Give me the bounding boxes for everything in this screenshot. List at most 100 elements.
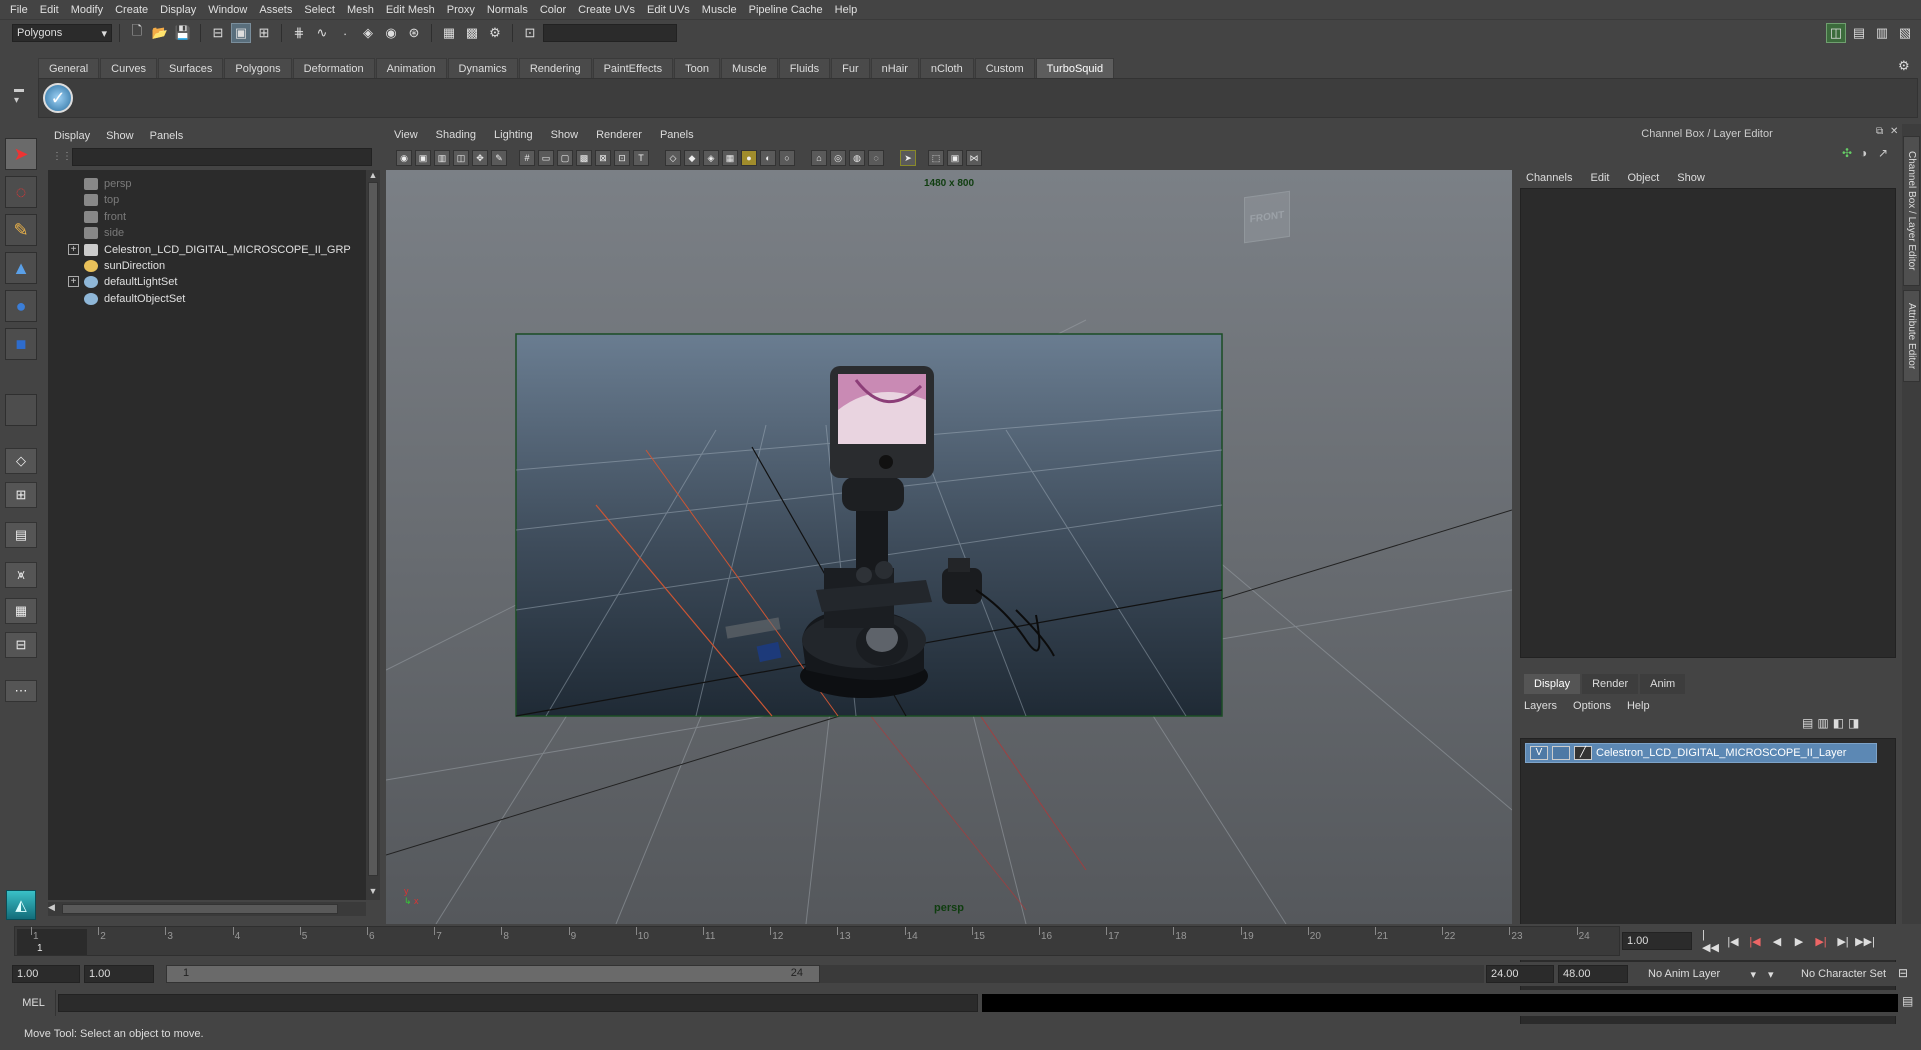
outliner-hscroll-thumb[interactable] [62,904,338,914]
film-gate-icon[interactable]: ▭ [538,150,554,166]
four-pane-layout-icon[interactable]: ⊞ [5,482,37,508]
viewport-menu-view[interactable]: View [394,129,418,141]
more-layouts-icon[interactable]: ⋯ [5,680,37,702]
outliner-scroll-thumb[interactable] [368,182,378,876]
shelf-tab-muscle[interactable]: Muscle [720,58,778,78]
menu-help[interactable]: Help [829,0,864,20]
hyper-icon[interactable]: ↗ [1878,146,1888,160]
menu-create[interactable]: Create [109,0,154,20]
step-forward-frame-icon[interactable]: ▶| [1812,932,1830,950]
play-forwards-icon[interactable]: ▶ [1790,932,1808,950]
graph-layout-icon[interactable]: ⩙ [5,562,37,588]
script-language-toggle[interactable]: MEL [12,990,56,1016]
close-panel-icon[interactable]: ✕ [1890,126,1898,137]
new-layer-icon[interactable]: ◧ [1833,716,1844,730]
lasso-tool-icon[interactable]: ◌ [5,176,37,208]
menu-set-selector[interactable]: Polygons ▾ [12,24,112,42]
move-tool-icon[interactable]: ▲ [5,252,37,284]
shelf-tab-painteffects[interactable]: PaintEffects [592,58,674,78]
layer-tab-render[interactable]: Render [1582,674,1639,694]
select-hierarchy-icon[interactable]: ⊟ [208,23,228,43]
step-back-key-icon[interactable]: |◀ [1724,932,1742,950]
layer-menu-help[interactable]: Help [1627,700,1650,712]
ipr-render-icon[interactable]: ▩ [462,23,482,43]
shelf-tab-turbosquid[interactable]: TurboSquid [1035,58,1115,78]
scroll-up-icon[interactable]: ▲ [366,170,380,182]
shelf-tab-fluids[interactable]: Fluids [778,58,831,78]
channel-box-toggle-icon[interactable]: ▧ [1895,23,1915,43]
bookmarks-icon[interactable]: ▥ [434,150,450,166]
menu-normals[interactable]: Normals [481,0,534,20]
speed-icon[interactable]: ◑ [1860,146,1867,160]
play-backwards-icon[interactable]: ◀ [1768,932,1786,950]
range-track[interactable] [820,965,1484,983]
viewport-menu-panels[interactable]: Panels [660,129,694,141]
shelf-tab-nhair[interactable]: nHair [870,58,919,78]
render-settings-icon[interactable]: ⚙ [485,23,505,43]
menu-assets[interactable]: Assets [253,0,298,20]
view-cube[interactable]: FRONT [1244,190,1290,244]
menu-color[interactable]: Color [534,0,572,20]
outliner-persp-layout-icon[interactable]: ▤ [5,522,37,548]
select-tool-icon[interactable]: ➤ [5,138,37,170]
turbosquid-check-icon[interactable]: ✓ [43,83,73,113]
share-icon[interactable]: ⋈ [966,150,982,166]
shelf-tab-dynamics[interactable]: Dynamics [447,58,518,78]
smooth-shade-icon[interactable]: ◆ [684,150,700,166]
select-object-icon[interactable]: ▣ [231,23,251,43]
move-layer-down-icon[interactable]: ▥ [1817,716,1828,730]
command-input[interactable] [58,994,978,1012]
xray-joints-icon[interactable]: ◍ [849,150,865,166]
menu-edit-uvs[interactable]: Edit UVs [641,0,696,20]
shelf-options-icon[interactable]: ▬ ▾ [14,84,32,118]
layer-type-toggle[interactable] [1552,746,1570,760]
channel-menu-channels[interactable]: Channels [1526,172,1572,184]
viewport-menu-lighting[interactable]: Lighting [494,129,533,141]
viewport-menu-shading[interactable]: Shading [436,129,476,141]
manipulator-icon[interactable]: ✣ [1842,146,1852,160]
quick-field-input[interactable] [543,24,677,42]
safe-title-icon[interactable]: T [633,150,649,166]
menu-pipeline-cache[interactable]: Pipeline Cache [743,0,829,20]
render-layout-icon[interactable]: ⊟ [5,632,37,658]
shelf-tab-custom[interactable]: Custom [974,58,1035,78]
menu-muscle[interactable]: Muscle [696,0,743,20]
input-field-icon[interactable]: ⊡ [520,23,540,43]
two-d-pan-icon[interactable]: ✥ [472,150,488,166]
float-panel-icon[interactable]: ⧉ [1876,126,1883,137]
shelf-tab-curves[interactable]: Curves [100,58,157,78]
menu-select[interactable]: Select [298,0,341,20]
scale-tool-icon[interactable]: ■ [5,328,37,360]
animation-start-field[interactable]: 1.00 [12,965,80,983]
tool-settings-icon[interactable]: ▥ [1872,23,1892,43]
shadows-icon[interactable]: ◐ [760,150,776,166]
highlight-select-icon[interactable]: ➤ [900,150,916,166]
viewport-menu-show[interactable]: Show [551,129,579,141]
viewport-menu-renderer[interactable]: Renderer [596,129,642,141]
viewport-canvas[interactable]: 1480 x 800 FRONT y ↳ x persp [386,170,1512,924]
shelf-tab-general[interactable]: General [38,58,100,78]
select-camera-icon[interactable]: ◉ [396,150,412,166]
camera-attributes-icon[interactable]: ▣ [415,150,431,166]
go-to-end-icon[interactable]: ▶▶| [1855,932,1875,950]
time-slider[interactable]: 1 1 2 3 4 5 6 7 8 9 10 11 12 13 14 15 16 17 18 19 20 21 22 23 2… [0,924,1921,960]
time-slider-bar[interactable]: 1 1 2 3 4 5 6 7 8 9 10 11 12 13 14 15 16 17 18 19 20 21 22 23 2… [14,926,1620,956]
animation-end-field[interactable]: 48.00 [1558,965,1628,983]
wireframe-icon[interactable]: ◇ [665,150,681,166]
grease-pencil-icon[interactable]: ✎ [491,150,507,166]
new-scene-icon[interactable]: 🗋 [127,23,147,43]
script-editor-icon[interactable]: ▤ [1902,994,1913,1008]
shelf-tab-rendering[interactable]: Rendering [518,58,592,78]
playback-end-field[interactable]: 24.00 [1486,965,1554,983]
textured-icon[interactable]: ▦ [722,150,738,166]
menu-proxy[interactable]: Proxy [441,0,481,20]
layer-menu-options[interactable]: Options [1573,700,1611,712]
layer-visibility-toggle[interactable]: V [1530,746,1548,760]
outliner-filter-input[interactable] [72,148,372,166]
current-frame-marker[interactable]: 1 [17,929,87,955]
menu-mesh[interactable]: Mesh [341,0,380,20]
layer-tab-anim[interactable]: Anim [1640,674,1686,694]
last-tool-slot[interactable] [5,394,37,426]
outliner-menu-panels[interactable]: Panels [150,130,184,142]
tab-channel-box[interactable]: Channel Box / Layer Editor [1903,136,1920,286]
